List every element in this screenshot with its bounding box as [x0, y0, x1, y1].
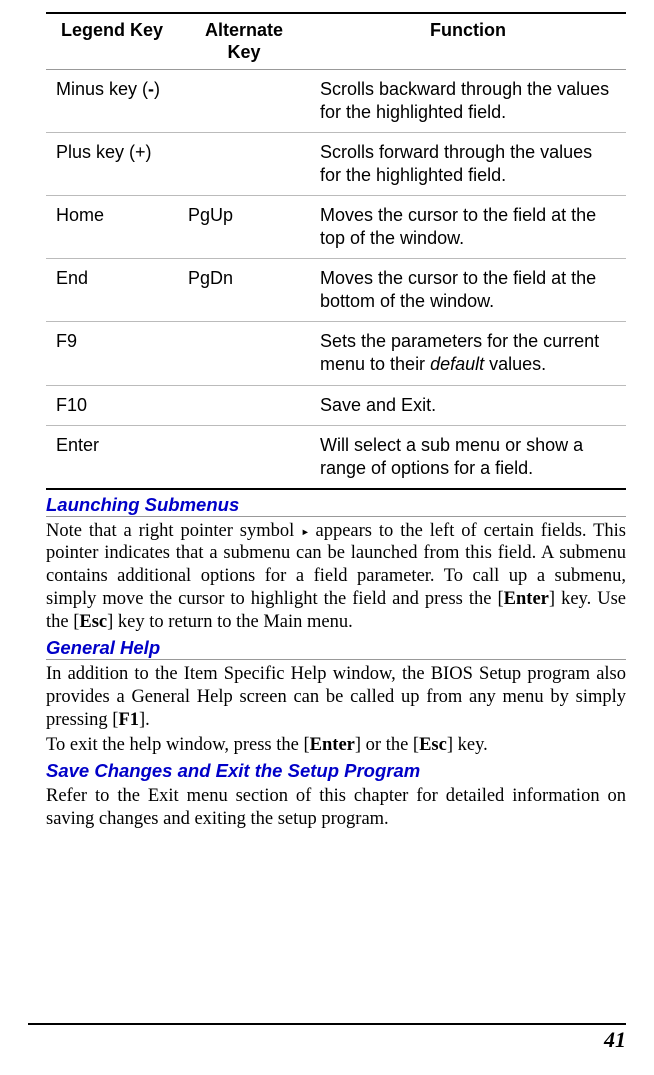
table-row: End PgDn Moves the cursor to the field a…	[46, 259, 626, 322]
page-footer: 41	[28, 1023, 626, 1053]
content-block: Launching Submenus Note that a right poi…	[46, 494, 626, 831]
page-number: 41	[604, 1027, 626, 1052]
cell-func: Scrolls forward through the values for t…	[310, 133, 626, 196]
heading-general-help: General Help	[46, 637, 626, 660]
para-general-help-2: To exit the help window, press the [Ente…	[46, 734, 626, 757]
cell-legend: Plus key (+)	[46, 133, 178, 196]
cell-legend: F10	[46, 385, 178, 425]
para-general-help-1: In addition to the Item Specific Help wi…	[46, 663, 626, 731]
cell-legend: Home	[46, 196, 178, 259]
cell-func: Will select a sub menu or show a range o…	[310, 425, 626, 489]
table-row: Plus key (+) Scrolls forward through the…	[46, 133, 626, 196]
header-alternate: Alternate Key	[178, 13, 310, 70]
cell-alt	[178, 385, 310, 425]
table-row: Minus key (-) Scrolls backward through t…	[46, 70, 626, 133]
heading-save-exit: Save Changes and Exit the Setup Program	[46, 760, 626, 782]
para-save-exit: Refer to the Exit menu section of this c…	[46, 785, 626, 831]
header-alternate-line2: Key	[227, 42, 260, 62]
cell-alt: PgUp	[178, 196, 310, 259]
page: Legend Key Alternate Key Function Minus …	[0, 0, 654, 1075]
cell-alt	[178, 425, 310, 489]
right-pointer-icon: ▸	[301, 525, 308, 542]
heading-launching-submenus: Launching Submenus	[46, 494, 626, 517]
header-alternate-line1: Alternate	[205, 20, 283, 40]
table-row: F9 Sets the parameters for the current m…	[46, 322, 626, 385]
table-header-row: Legend Key Alternate Key Function	[46, 13, 626, 70]
cell-func: Scrolls backward through the values for …	[310, 70, 626, 133]
cell-func: Sets the parameters for the current menu…	[310, 322, 626, 385]
cell-alt	[178, 70, 310, 133]
table-row: F10 Save and Exit.	[46, 385, 626, 425]
table-row: Enter Will select a sub menu or show a r…	[46, 425, 626, 489]
cell-alt: PgDn	[178, 259, 310, 322]
para-launching-submenus: Note that a right pointer symbol ▸ appea…	[46, 520, 626, 634]
cell-legend: Minus key (-)	[46, 70, 178, 133]
header-legend: Legend Key	[46, 13, 178, 70]
table-row: Home PgUp Moves the cursor to the field …	[46, 196, 626, 259]
cell-alt	[178, 322, 310, 385]
cell-legend: F9	[46, 322, 178, 385]
cell-alt	[178, 133, 310, 196]
cell-func: Save and Exit.	[310, 385, 626, 425]
cell-legend: Enter	[46, 425, 178, 489]
key-function-table: Legend Key Alternate Key Function Minus …	[46, 12, 626, 490]
cell-func: Moves the cursor to the field at the bot…	[310, 259, 626, 322]
cell-func: Moves the cursor to the field at the top…	[310, 196, 626, 259]
cell-legend: End	[46, 259, 178, 322]
header-function: Function	[310, 13, 626, 70]
